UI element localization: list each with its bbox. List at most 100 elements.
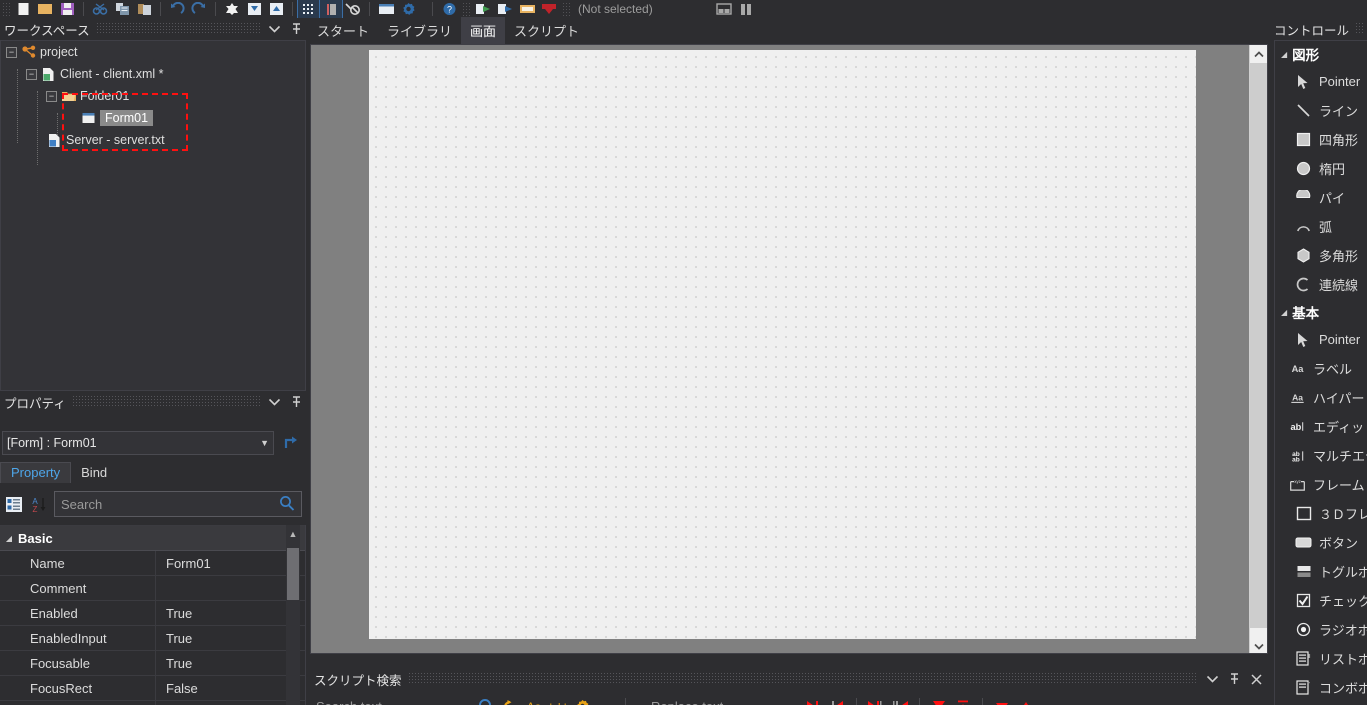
layout-icon[interactable]	[713, 0, 735, 18]
control-item-arc[interactable]: 弧	[1275, 212, 1367, 241]
build-icon[interactable]	[221, 0, 243, 18]
control-item-listbox[interactable]: リストボックス	[1275, 644, 1367, 673]
workspace-tree[interactable]: − project − Client - client.xml * −	[0, 40, 306, 391]
pin-icon[interactable]	[1226, 671, 1242, 687]
redo-icon[interactable]	[188, 0, 210, 18]
run-icon[interactable]	[472, 0, 494, 18]
property-value[interactable]	[155, 576, 306, 601]
expander-minus-icon[interactable]: −	[26, 69, 37, 80]
table-row[interactable]: EnabledInput True	[0, 626, 306, 651]
chevron-down-icon[interactable]: ▼	[260, 438, 269, 448]
control-item-hyperlink[interactable]: Aa ハイパーリンク	[1275, 383, 1367, 412]
control-item-polyline[interactable]: 連続線	[1275, 270, 1367, 299]
step-icon[interactable]	[494, 0, 516, 18]
upload-icon[interactable]	[265, 0, 287, 18]
simulator-icon[interactable]	[516, 0, 538, 18]
chevron-down-icon[interactable]: ◢	[0, 534, 18, 543]
tree-item-client[interactable]: − Client - client.xml *	[1, 63, 305, 85]
control-item-rectangle[interactable]: 四角形	[1275, 125, 1367, 154]
cut-icon[interactable]	[89, 0, 111, 18]
chevron-down-icon[interactable]	[1204, 671, 1220, 687]
scroll-up-icon[interactable]	[1250, 45, 1268, 63]
control-item-edit[interactable]: ab エディット	[1275, 412, 1367, 441]
find-all-up-icon[interactable]	[951, 695, 975, 705]
tab-screen[interactable]: 画面	[461, 17, 505, 45]
expander-minus-icon[interactable]: −	[46, 91, 57, 102]
control-item-ellipse[interactable]: 楕円	[1275, 154, 1367, 183]
sort-alphabetical-icon[interactable]: AZ	[29, 494, 49, 514]
toolbar-grip[interactable]	[562, 2, 570, 16]
control-item-frame3d[interactable]: ３Ｄフレーム	[1275, 499, 1367, 528]
table-row[interactable]: Focusable True	[0, 651, 306, 676]
find-next-icon[interactable]	[990, 695, 1014, 705]
help-icon[interactable]: ?	[438, 0, 460, 18]
match-case-icon[interactable]: Aa	[522, 695, 546, 705]
chevron-down-icon[interactable]	[266, 394, 282, 410]
control-item-checkbox[interactable]: チェックボックス	[1275, 586, 1367, 615]
tree-item-form01[interactable]: Form01	[1, 107, 305, 129]
find-all-down-icon[interactable]	[927, 695, 951, 705]
paste-icon[interactable]	[133, 0, 155, 18]
toolbar-grip[interactable]	[2, 2, 10, 16]
table-row[interactable]: Comment	[0, 576, 306, 601]
table-row[interactable]: FocusRect False	[0, 676, 306, 701]
settings-gear-icon[interactable]	[397, 0, 419, 18]
pin-icon[interactable]	[288, 21, 304, 37]
control-group-basic[interactable]: ◢ 基本	[1275, 299, 1367, 325]
control-item-pointer[interactable]: Pointer	[1275, 67, 1367, 96]
new-file-icon[interactable]	[12, 0, 34, 18]
panel-icon[interactable]	[735, 0, 757, 18]
table-row[interactable]: FocusHover False	[0, 701, 306, 705]
chevron-down-icon[interactable]	[266, 21, 282, 37]
open-folder-icon[interactable]	[34, 0, 56, 18]
chevron-down-icon[interactable]: ◢	[1281, 308, 1287, 317]
toolbar-grip[interactable]	[462, 2, 470, 16]
find-icon[interactable]	[474, 695, 498, 705]
ruler-icon[interactable]	[320, 0, 342, 18]
property-value[interactable]: True	[155, 651, 306, 676]
property-value[interactable]: False	[155, 701, 306, 705]
tab-bind[interactable]: Bind	[71, 463, 117, 483]
find-prev-icon[interactable]	[1014, 695, 1038, 705]
undo-icon[interactable]	[166, 0, 188, 18]
design-canvas-area[interactable]	[310, 44, 1268, 654]
chevron-down-icon[interactable]	[594, 695, 618, 705]
control-item-pointer-basic[interactable]: Pointer	[1275, 325, 1367, 354]
download-icon[interactable]	[243, 0, 265, 18]
control-item-pie[interactable]: パイ	[1275, 183, 1367, 212]
tree-item-project[interactable]: − project	[1, 41, 305, 63]
replace-all-prev-icon[interactable]	[888, 695, 912, 705]
expander-minus-icon[interactable]: −	[6, 47, 17, 58]
copy-icon[interactable]	[111, 0, 133, 18]
property-target-combo[interactable]: [Form] : Form01 ▼	[2, 431, 274, 455]
search-options-gear-icon[interactable]	[570, 695, 594, 705]
scrollbar-thumb[interactable]	[287, 548, 299, 600]
grid-icon[interactable]	[298, 0, 320, 18]
pin-icon[interactable]	[288, 394, 304, 410]
scrollbar-thumb[interactable]	[1250, 63, 1268, 628]
control-item-button[interactable]: ボタン	[1275, 528, 1367, 557]
close-icon[interactable]	[1248, 671, 1264, 687]
screen-icon[interactable]	[375, 0, 397, 18]
control-item-multi-edit[interactable]: abab マルチエディット	[1275, 441, 1367, 470]
control-item-radio[interactable]: ラジオボタン	[1275, 615, 1367, 644]
property-value[interactable]: True	[155, 626, 306, 651]
chevron-down-icon[interactable]: ◢	[1281, 50, 1287, 59]
control-item-toggle-button[interactable]: トグルボタン	[1275, 557, 1367, 586]
canvas-vertical-scrollbar[interactable]	[1249, 45, 1267, 654]
controls-list[interactable]: ◢ 図形 Pointer ライン 四角形	[1274, 40, 1367, 705]
form-design-surface[interactable]	[369, 50, 1196, 639]
tree-item-folder01[interactable]: − Folder01	[1, 85, 305, 107]
tab-script[interactable]: スクリプト	[505, 17, 588, 45]
table-row[interactable]: Name Form01	[0, 551, 306, 576]
stop-icon[interactable]	[538, 0, 560, 18]
save-icon[interactable]	[56, 0, 78, 18]
property-value[interactable]: False	[155, 676, 306, 701]
scroll-up-icon[interactable]: ▲	[286, 527, 300, 541]
whole-word-icon[interactable]: 'ab'	[546, 695, 570, 705]
table-row[interactable]: Enabled True	[0, 601, 306, 626]
search-icon[interactable]	[279, 495, 295, 514]
goto-parent-button[interactable]	[279, 431, 304, 455]
property-grid[interactable]: ◢ Basic Name Form01 Comment Enabled True…	[0, 525, 306, 705]
control-item-label-ctl[interactable]: Aa ラベル	[1275, 354, 1367, 383]
